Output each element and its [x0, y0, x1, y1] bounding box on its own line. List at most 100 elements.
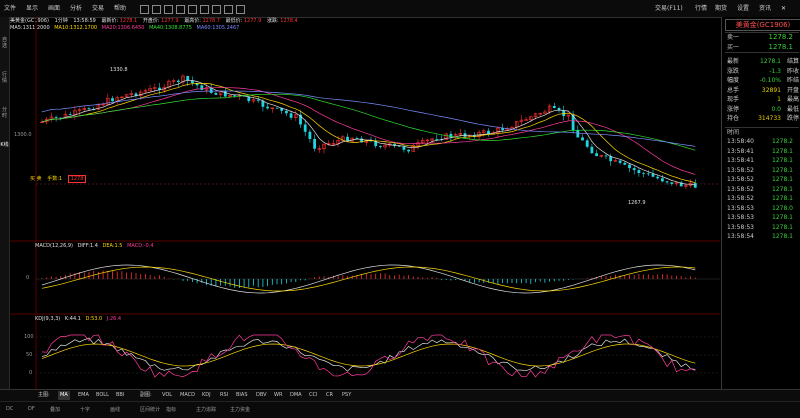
kdj-legend: KDJ(9,3,3) K:44.1 D:53.0 J:26.4	[35, 316, 121, 322]
trade-f11-button[interactable]: 交易(F11)	[655, 3, 683, 14]
indicator-cr-button[interactable]: CR	[324, 391, 335, 400]
tick-time: 13:58:53	[727, 214, 754, 221]
indicator-ema-button[interactable]: EMA	[76, 391, 91, 400]
tab-kline[interactable]: K线	[0, 142, 9, 148]
indicator-psy-button[interactable]: PSY	[340, 391, 353, 400]
candle-body	[275, 107, 279, 109]
tick-row: 13:58:41 1278.1	[725, 156, 799, 165]
candle-body	[214, 92, 218, 95]
candle-body	[618, 160, 622, 163]
candle-body	[256, 99, 260, 101]
period-30m-icon[interactable]	[188, 5, 197, 14]
tick-time: 13:58:52	[727, 185, 754, 193]
stat-value: 1278.1	[760, 58, 781, 65]
indicator-bias-button[interactable]: BIAS	[234, 391, 250, 400]
tick-price: 1278.1	[772, 147, 793, 155]
indicator-bbi-button[interactable]: BBI	[114, 391, 126, 400]
menu-file[interactable]: 文件	[4, 3, 16, 14]
menu-help[interactable]: 帮助	[114, 3, 126, 14]
candle-body	[670, 182, 674, 184]
indicator-dbv-button[interactable]: DBV	[254, 391, 269, 400]
price-label-1300: 1300.0	[14, 132, 32, 138]
period-15m-icon[interactable]	[176, 5, 185, 14]
stat-row: 涨停 0.0 最低	[725, 105, 799, 114]
candle-body	[402, 146, 406, 150]
quote-panel: 美黄金(GC1906) 卖一 1278.2 买一 1278.1 最新 1278.1…	[721, 17, 800, 392]
candle-body	[313, 138, 316, 149]
candle-body	[407, 149, 410, 152]
tick-time: 13:58:41	[727, 147, 754, 155]
status-crosshair[interactable]: 十字	[80, 406, 90, 413]
status-overlay[interactable]: 叠加	[50, 406, 60, 413]
candle-body	[379, 146, 382, 147]
indicator-boll-button[interactable]: BOLL	[94, 391, 111, 400]
tick-row: 13:58:53 1278.1	[725, 223, 799, 232]
stat-row: 涨跌 -1.3 昨收	[725, 67, 799, 76]
macd-zero-label: 0	[26, 275, 30, 281]
close-icon[interactable]: ✕	[781, 3, 786, 14]
candle-body	[435, 138, 439, 140]
hand-label: 手数:1	[47, 176, 63, 182]
settings-menu[interactable]: 设置	[737, 3, 749, 14]
indicator-rsi-button[interactable]: RSI	[218, 391, 230, 400]
tab-watchlist[interactable]: 自选	[0, 37, 9, 49]
indicator-vol-button[interactable]: VOL	[160, 391, 174, 400]
stat-row: 最新 1278.1 结算	[725, 57, 799, 66]
candle-body	[266, 106, 269, 109]
candle-body	[289, 113, 293, 118]
status-dc[interactable]: DC	[6, 406, 13, 412]
indicator-macd-button[interactable]: MACD	[178, 391, 197, 400]
status-indicator[interactable]: 指标	[166, 406, 176, 413]
indicator-wr-button[interactable]: WR	[272, 391, 284, 400]
buy-sell-widget[interactable]: 买 卖 手数:1 1278	[30, 175, 87, 183]
tab-quotes[interactable]: 行情	[0, 72, 9, 84]
period-week-icon[interactable]	[224, 5, 233, 14]
candle-body	[651, 173, 655, 177]
candle-body	[595, 153, 598, 157]
left-tab-strip: 自选 行情 分时 K线	[0, 17, 10, 392]
period-day-icon[interactable]	[212, 5, 221, 14]
macd-title: MACD(12,26,9)	[35, 243, 73, 249]
candle-icon[interactable]	[140, 5, 149, 14]
menu-trade[interactable]: 交易	[92, 3, 104, 14]
period-month-icon[interactable]	[236, 5, 245, 14]
menu-display[interactable]: 显示	[26, 3, 38, 14]
stat-label-2: 结算	[786, 58, 799, 65]
period-60m-icon[interactable]	[200, 5, 209, 14]
tick-time: 13:58:53	[727, 204, 754, 212]
candle-body	[54, 116, 58, 118]
dea-value: DEA:1.5	[102, 243, 123, 249]
news-menu[interactable]: 资讯	[759, 3, 771, 14]
period-5m-icon[interactable]	[164, 5, 173, 14]
stat-value: 32891	[761, 86, 781, 94]
status-main-fund[interactable]: 主力资金	[230, 406, 250, 413]
tick-row: 13:58:40 1278.2	[725, 137, 799, 146]
status-range-stats[interactable]: 区间统计	[140, 406, 160, 413]
tick-price: 1278.1	[772, 195, 793, 202]
panel-title: 美黄金(GC1906)	[725, 19, 800, 31]
stat-label: 总手	[727, 86, 740, 94]
chart-area[interactable]: 美黄金(GC1906) 1分钟 13:58:59 最新价: 1278.1 开盘价…	[10, 17, 720, 389]
tick-price: 1278.1	[772, 214, 793, 221]
indicator-ma-button[interactable]: MA	[58, 391, 70, 400]
status-main-track[interactable]: 主力追踪	[196, 406, 216, 413]
period-1m-icon[interactable]	[152, 5, 161, 14]
indicator-kdj-button[interactable]: KDJ	[200, 391, 213, 400]
quote-menu[interactable]: 行情	[695, 3, 707, 14]
tick-row: 13:58:52 1278.1	[725, 194, 799, 203]
tab-intraday[interactable]: 分时	[0, 107, 9, 119]
indicator-dma-button[interactable]: DMA	[288, 391, 304, 400]
status-df[interactable]: DF	[28, 406, 35, 412]
candle-body	[581, 137, 584, 141]
tick-row: 13:58:54 1278.1	[725, 232, 799, 241]
indicator-cci-button[interactable]: CCI	[307, 391, 319, 400]
order-price[interactable]: 1278	[67, 175, 87, 183]
status-draw[interactable]: 画线	[110, 406, 120, 413]
menu-view[interactable]: 画面	[48, 3, 60, 14]
menu-analysis[interactable]: 分析	[70, 3, 82, 14]
stat-value: 314733	[758, 115, 781, 122]
futures-menu[interactable]: 期货	[715, 3, 727, 14]
macd-legend: MACD(12,26,9) DIFF:1.4 DEA:1.5 MACD:-0.4	[35, 243, 154, 249]
buy-sell-label[interactable]: 买 卖	[30, 176, 42, 182]
diff-value: DIFF:1.4	[77, 243, 98, 249]
